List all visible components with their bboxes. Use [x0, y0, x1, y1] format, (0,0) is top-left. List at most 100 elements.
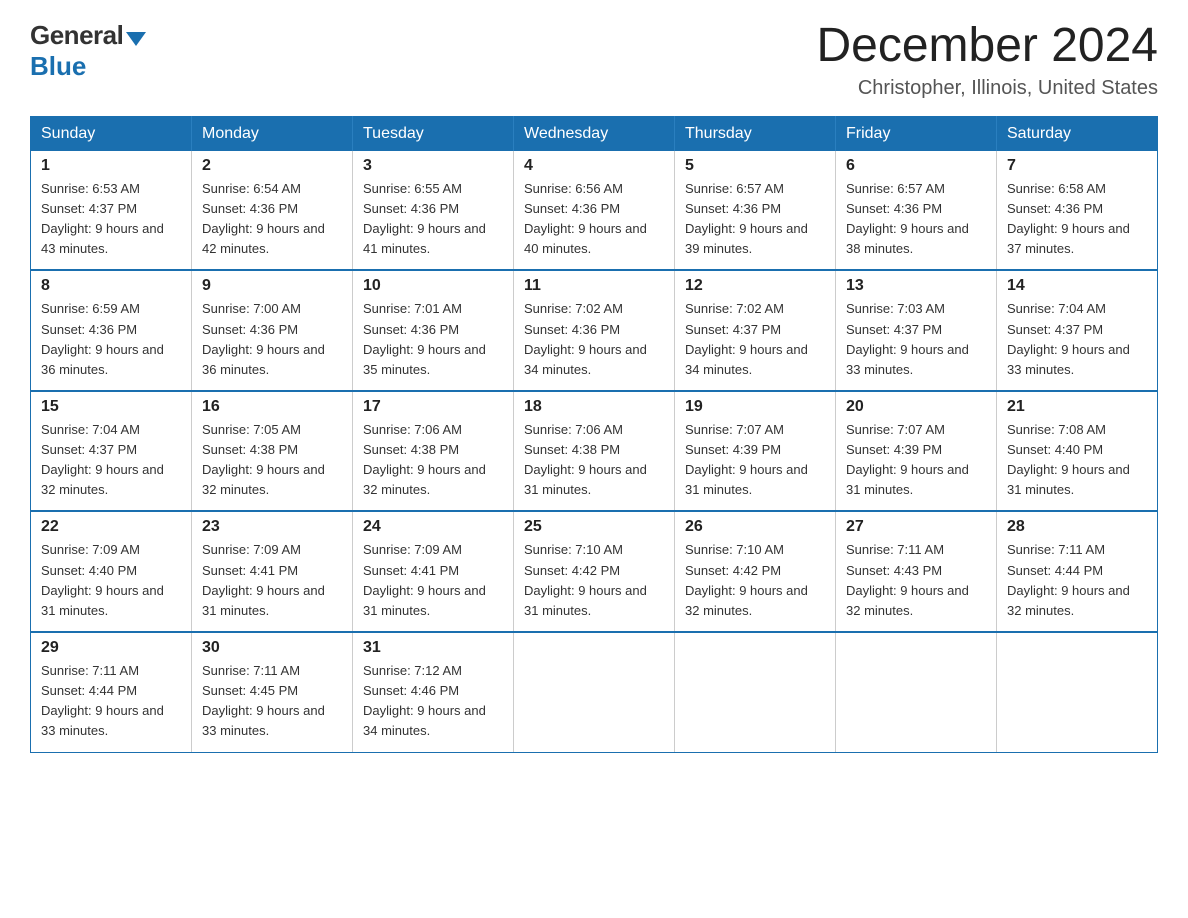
calendar-day-cell: 23 Sunrise: 7:09 AMSunset: 4:41 PMDaylig… [192, 511, 353, 632]
day-info: Sunrise: 6:57 AMSunset: 4:36 PMDaylight:… [685, 179, 825, 260]
weekday-header-monday: Monday [192, 116, 353, 151]
day-number: 16 [202, 398, 342, 416]
weekday-header-friday: Friday [836, 116, 997, 151]
day-number: 23 [202, 518, 342, 536]
day-info: Sunrise: 7:11 AMSunset: 4:45 PMDaylight:… [202, 661, 342, 742]
calendar-day-cell: 14 Sunrise: 7:04 AMSunset: 4:37 PMDaylig… [997, 270, 1158, 391]
day-number: 24 [363, 518, 503, 536]
calendar-empty-cell [514, 632, 675, 752]
day-info: Sunrise: 7:07 AMSunset: 4:39 PMDaylight:… [846, 420, 986, 501]
day-info: Sunrise: 7:09 AMSunset: 4:41 PMDaylight:… [363, 540, 503, 621]
day-info: Sunrise: 7:10 AMSunset: 4:42 PMDaylight:… [524, 540, 664, 621]
day-info: Sunrise: 7:06 AMSunset: 4:38 PMDaylight:… [363, 420, 503, 501]
day-number: 1 [41, 157, 181, 175]
calendar-empty-cell [997, 632, 1158, 752]
day-number: 27 [846, 518, 986, 536]
day-number: 19 [685, 398, 825, 416]
calendar-day-cell: 17 Sunrise: 7:06 AMSunset: 4:38 PMDaylig… [353, 391, 514, 512]
calendar-day-cell: 2 Sunrise: 6:54 AMSunset: 4:36 PMDayligh… [192, 151, 353, 271]
day-info: Sunrise: 7:02 AMSunset: 4:37 PMDaylight:… [685, 299, 825, 380]
day-number: 10 [363, 277, 503, 295]
day-info: Sunrise: 7:02 AMSunset: 4:36 PMDaylight:… [524, 299, 664, 380]
day-number: 22 [41, 518, 181, 536]
day-number: 18 [524, 398, 664, 416]
day-info: Sunrise: 6:56 AMSunset: 4:36 PMDaylight:… [524, 179, 664, 260]
month-title: December 2024 [816, 20, 1158, 73]
day-number: 13 [846, 277, 986, 295]
calendar-day-cell: 3 Sunrise: 6:55 AMSunset: 4:36 PMDayligh… [353, 151, 514, 271]
day-info: Sunrise: 6:59 AMSunset: 4:36 PMDaylight:… [41, 299, 181, 380]
logo-blue-text: Blue [30, 51, 86, 82]
day-number: 5 [685, 157, 825, 175]
title-block: December 2024 Christopher, Illinois, Uni… [816, 20, 1158, 100]
calendar-week-row: 1 Sunrise: 6:53 AMSunset: 4:37 PMDayligh… [31, 151, 1158, 271]
day-number: 12 [685, 277, 825, 295]
day-info: Sunrise: 6:57 AMSunset: 4:36 PMDaylight:… [846, 179, 986, 260]
weekday-header-row: SundayMondayTuesdayWednesdayThursdayFrid… [31, 116, 1158, 151]
day-number: 28 [1007, 518, 1147, 536]
day-number: 8 [41, 277, 181, 295]
calendar-week-row: 8 Sunrise: 6:59 AMSunset: 4:36 PMDayligh… [31, 270, 1158, 391]
calendar-day-cell: 4 Sunrise: 6:56 AMSunset: 4:36 PMDayligh… [514, 151, 675, 271]
day-info: Sunrise: 7:03 AMSunset: 4:37 PMDaylight:… [846, 299, 986, 380]
day-info: Sunrise: 6:54 AMSunset: 4:36 PMDaylight:… [202, 179, 342, 260]
calendar-day-cell: 12 Sunrise: 7:02 AMSunset: 4:37 PMDaylig… [675, 270, 836, 391]
logo-arrow-icon [126, 32, 146, 46]
logo: General Blue [30, 20, 146, 82]
calendar-day-cell: 21 Sunrise: 7:08 AMSunset: 4:40 PMDaylig… [997, 391, 1158, 512]
page-header: General Blue December 2024 Christopher, … [30, 20, 1158, 100]
calendar-day-cell: 5 Sunrise: 6:57 AMSunset: 4:36 PMDayligh… [675, 151, 836, 271]
weekday-header-tuesday: Tuesday [353, 116, 514, 151]
calendar-table: SundayMondayTuesdayWednesdayThursdayFrid… [30, 116, 1158, 753]
calendar-day-cell: 25 Sunrise: 7:10 AMSunset: 4:42 PMDaylig… [514, 511, 675, 632]
day-number: 11 [524, 277, 664, 295]
calendar-day-cell: 22 Sunrise: 7:09 AMSunset: 4:40 PMDaylig… [31, 511, 192, 632]
calendar-day-cell: 26 Sunrise: 7:10 AMSunset: 4:42 PMDaylig… [675, 511, 836, 632]
day-number: 30 [202, 639, 342, 657]
day-info: Sunrise: 7:11 AMSunset: 4:43 PMDaylight:… [846, 540, 986, 621]
day-number: 21 [1007, 398, 1147, 416]
location-title: Christopher, Illinois, United States [816, 77, 1158, 100]
logo-general-text: General [30, 20, 123, 51]
weekday-header-sunday: Sunday [31, 116, 192, 151]
day-info: Sunrise: 6:55 AMSunset: 4:36 PMDaylight:… [363, 179, 503, 260]
calendar-week-row: 15 Sunrise: 7:04 AMSunset: 4:37 PMDaylig… [31, 391, 1158, 512]
day-info: Sunrise: 6:53 AMSunset: 4:37 PMDaylight:… [41, 179, 181, 260]
day-number: 31 [363, 639, 503, 657]
calendar-day-cell: 1 Sunrise: 6:53 AMSunset: 4:37 PMDayligh… [31, 151, 192, 271]
calendar-day-cell: 13 Sunrise: 7:03 AMSunset: 4:37 PMDaylig… [836, 270, 997, 391]
calendar-day-cell: 15 Sunrise: 7:04 AMSunset: 4:37 PMDaylig… [31, 391, 192, 512]
calendar-day-cell: 10 Sunrise: 7:01 AMSunset: 4:36 PMDaylig… [353, 270, 514, 391]
weekday-header-wednesday: Wednesday [514, 116, 675, 151]
day-number: 9 [202, 277, 342, 295]
day-info: Sunrise: 7:07 AMSunset: 4:39 PMDaylight:… [685, 420, 825, 501]
day-number: 15 [41, 398, 181, 416]
calendar-week-row: 29 Sunrise: 7:11 AMSunset: 4:44 PMDaylig… [31, 632, 1158, 752]
day-number: 4 [524, 157, 664, 175]
calendar-day-cell: 28 Sunrise: 7:11 AMSunset: 4:44 PMDaylig… [997, 511, 1158, 632]
calendar-empty-cell [836, 632, 997, 752]
calendar-day-cell: 27 Sunrise: 7:11 AMSunset: 4:43 PMDaylig… [836, 511, 997, 632]
day-number: 25 [524, 518, 664, 536]
day-info: Sunrise: 7:12 AMSunset: 4:46 PMDaylight:… [363, 661, 503, 742]
day-number: 29 [41, 639, 181, 657]
weekday-header-thursday: Thursday [675, 116, 836, 151]
calendar-day-cell: 7 Sunrise: 6:58 AMSunset: 4:36 PMDayligh… [997, 151, 1158, 271]
day-number: 7 [1007, 157, 1147, 175]
calendar-day-cell: 8 Sunrise: 6:59 AMSunset: 4:36 PMDayligh… [31, 270, 192, 391]
calendar-day-cell: 30 Sunrise: 7:11 AMSunset: 4:45 PMDaylig… [192, 632, 353, 752]
day-info: Sunrise: 7:06 AMSunset: 4:38 PMDaylight:… [524, 420, 664, 501]
day-info: Sunrise: 7:04 AMSunset: 4:37 PMDaylight:… [41, 420, 181, 501]
calendar-day-cell: 20 Sunrise: 7:07 AMSunset: 4:39 PMDaylig… [836, 391, 997, 512]
day-info: Sunrise: 7:00 AMSunset: 4:36 PMDaylight:… [202, 299, 342, 380]
day-number: 17 [363, 398, 503, 416]
day-number: 6 [846, 157, 986, 175]
day-info: Sunrise: 7:11 AMSunset: 4:44 PMDaylight:… [1007, 540, 1147, 621]
day-info: Sunrise: 7:11 AMSunset: 4:44 PMDaylight:… [41, 661, 181, 742]
calendar-day-cell: 31 Sunrise: 7:12 AMSunset: 4:46 PMDaylig… [353, 632, 514, 752]
day-info: Sunrise: 7:05 AMSunset: 4:38 PMDaylight:… [202, 420, 342, 501]
day-info: Sunrise: 7:09 AMSunset: 4:41 PMDaylight:… [202, 540, 342, 621]
day-info: Sunrise: 7:10 AMSunset: 4:42 PMDaylight:… [685, 540, 825, 621]
day-number: 26 [685, 518, 825, 536]
day-info: Sunrise: 6:58 AMSunset: 4:36 PMDaylight:… [1007, 179, 1147, 260]
